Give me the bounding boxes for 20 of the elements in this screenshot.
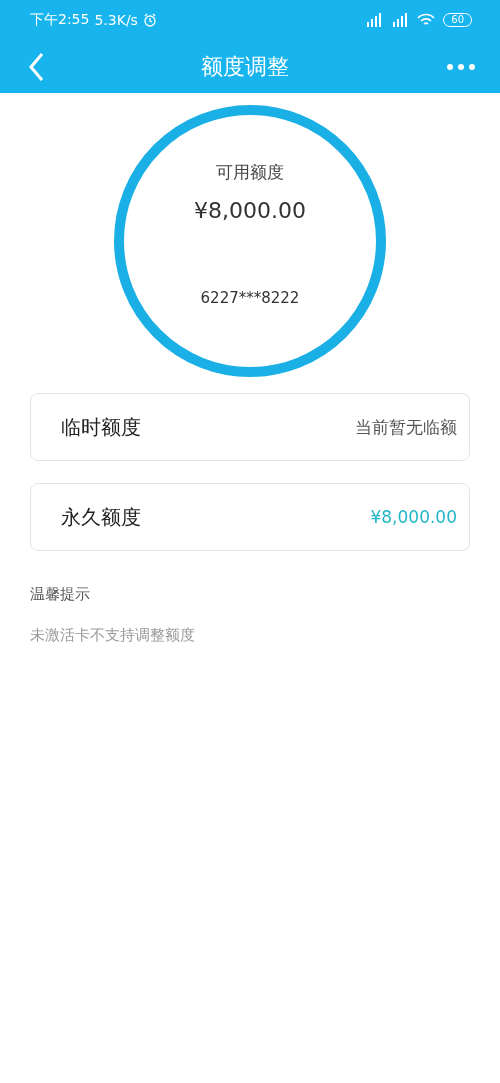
wifi-icon (417, 13, 436, 27)
page-title: 额度调整 (201, 52, 289, 81)
row-value: ¥8,000.00 (370, 507, 457, 527)
back-button[interactable] (28, 51, 44, 82)
row-label: 临时额度 (61, 413, 141, 441)
signal-icon (391, 13, 410, 27)
available-limit-amount: ¥8,000.00 (194, 198, 306, 223)
card-number: 6227***8222 (200, 289, 300, 307)
status-time: 下午2:55 (30, 11, 90, 29)
available-limit-label: 可用额度 (216, 161, 284, 184)
alarm-icon (142, 13, 157, 27)
row-label: 永久额度 (61, 503, 141, 531)
tips-text: 未激活卡不支持调整额度 (30, 626, 196, 645)
limit-row[interactable]: 临时额度 当前暂无临额 (30, 393, 470, 461)
row-value: 当前暂无临额 (355, 415, 457, 439)
signal-icon (365, 13, 384, 27)
network-speed: 5.3K/s (94, 12, 138, 28)
tips-title: 温馨提示 (30, 585, 91, 604)
limit-row[interactable]: 永久额度 ¥8,000.00 (30, 483, 470, 551)
more-button[interactable] (446, 62, 476, 71)
